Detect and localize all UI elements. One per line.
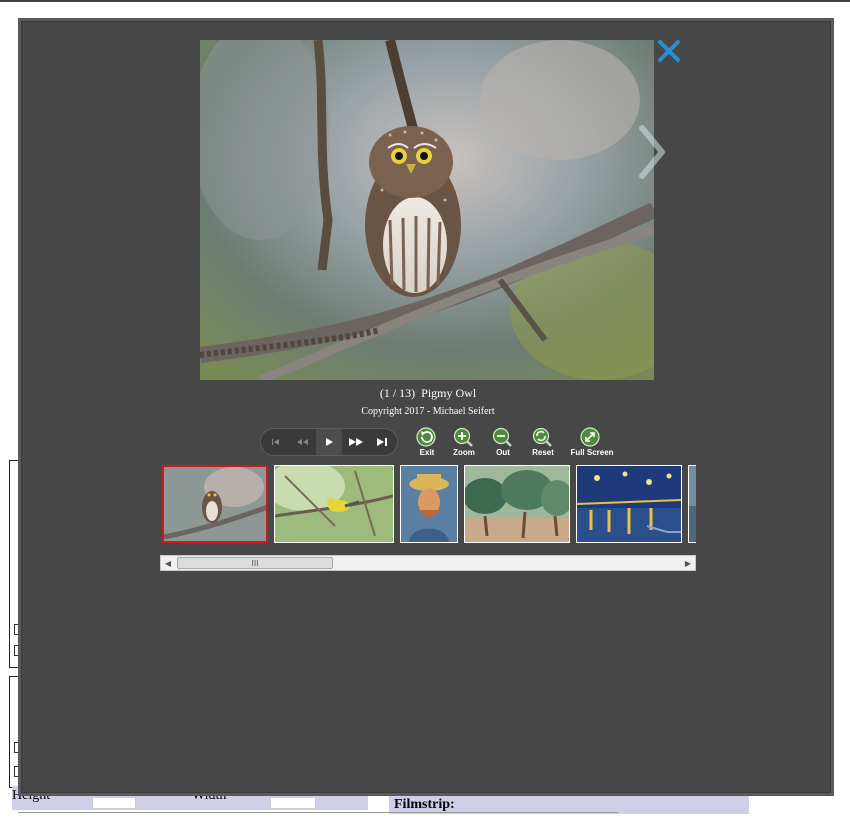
image-copyright: Copyright 2017 - Michael Seifert <box>361 406 495 417</box>
caption-title: Pigmy Owl <box>421 386 477 400</box>
thumbnail-scrollbar[interactable]: ◀ III ▶ <box>160 555 696 571</box>
zoom-out-icon <box>492 427 512 447</box>
play-button[interactable] <box>316 429 342 455</box>
thumbnail-van-gogh-portrait <box>401 466 457 542</box>
thumbnail-item[interactable] <box>688 465 696 543</box>
width-input[interactable] <box>270 797 316 809</box>
zoom-in-icon <box>453 427 473 447</box>
next-image-button[interactable] <box>634 122 668 182</box>
thumbnail-item[interactable] <box>162 465 268 543</box>
scroll-right-arrow[interactable]: ▶ <box>681 556 695 570</box>
first-icon <box>272 439 279 445</box>
fast-forward-button[interactable] <box>343 429 369 455</box>
chevron-right-icon <box>639 125 665 179</box>
thumbnail-strip <box>160 463 696 549</box>
play-icon <box>326 438 333 446</box>
last-icon <box>377 438 387 446</box>
lightbox-overlay: (1 / 13) Pigmy Owl Copyright 2017 - Mich… <box>18 18 834 796</box>
scrollbar-grip: III <box>251 558 259 568</box>
thumbnail-partial <box>689 466 696 542</box>
thumbnail-item[interactable] <box>400 465 458 543</box>
close-icon <box>658 40 680 62</box>
thumbnail-olive-trees <box>465 466 569 542</box>
background-bottom-field <box>18 812 618 819</box>
full-screen-button[interactable]: Full Screen <box>562 427 622 461</box>
thumbnail-item[interactable] <box>576 465 682 543</box>
slideshow-controls <box>260 428 398 456</box>
thumbnail-owl <box>164 467 266 541</box>
rewind-icon <box>297 439 308 445</box>
reset-label: Reset <box>532 448 554 457</box>
rewind-button[interactable] <box>289 429 315 455</box>
first-button[interactable] <box>263 429 289 455</box>
reset-button[interactable]: Reset <box>520 427 566 461</box>
main-photo[interactable] <box>200 40 654 380</box>
full-screen-label: Full Screen <box>570 448 614 457</box>
image-caption: (1 / 13) Pigmy Owl <box>22 386 834 401</box>
reset-icon <box>532 427 552 447</box>
scrollbar-thumb[interactable]: III <box>177 557 333 569</box>
close-button[interactable] <box>656 38 682 64</box>
thumbnail-item[interactable] <box>274 465 394 543</box>
lightbox-frame: (1 / 13) Pigmy Owl Copyright 2017 - Mich… <box>21 21 831 793</box>
height-input[interactable] <box>92 797 136 809</box>
full-screen-icon <box>580 427 600 447</box>
filmstrip-label: Filmstrip: <box>394 797 455 812</box>
last-button[interactable] <box>369 429 395 455</box>
exit-icon <box>416 427 436 447</box>
thumbnail-item[interactable] <box>464 465 570 543</box>
thumbnail-starry-night <box>577 466 681 542</box>
fast-forward-icon <box>349 438 363 446</box>
caption-index: (1 / 13) <box>379 386 416 400</box>
thumbnail-warbler <box>275 466 393 542</box>
pigmy-owl-photo <box>200 40 654 380</box>
scroll-left-arrow[interactable]: ◀ <box>161 556 175 570</box>
